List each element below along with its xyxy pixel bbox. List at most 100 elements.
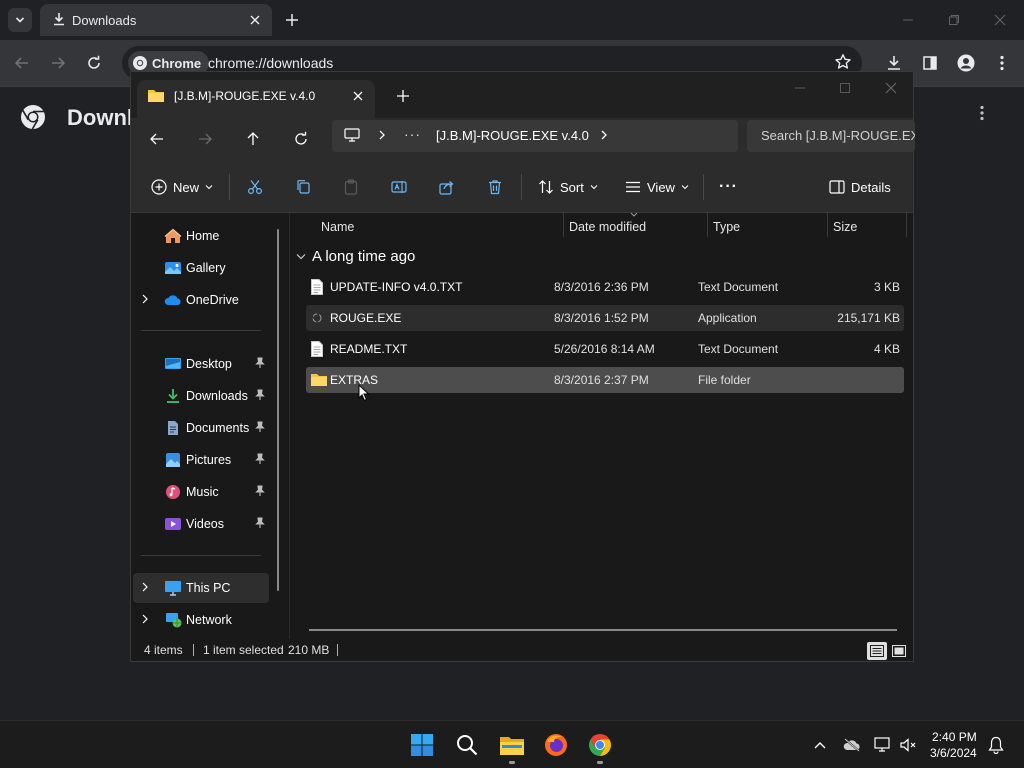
- nav-item-music[interactable]: Music: [133, 477, 269, 507]
- profile-button[interactable]: [955, 52, 977, 74]
- view-button[interactable]: View: [625, 174, 689, 200]
- file-row[interactable]: ROUGE.EXE 8/3/2016 1:52 PM Application 2…: [306, 305, 904, 331]
- file-type: Text Document: [698, 280, 779, 294]
- column-header-name[interactable]: Name: [321, 213, 354, 241]
- copy-button[interactable]: [295, 174, 311, 200]
- close-tab-button[interactable]: [349, 87, 367, 105]
- file-row-selected[interactable]: EXTRAS 8/3/2016 2:37 PM File folder: [306, 367, 904, 393]
- close-window-button[interactable]: [990, 10, 1010, 30]
- divider: [141, 555, 261, 556]
- tab-search-button[interactable]: [8, 8, 32, 32]
- nav-item-onedrive[interactable]: OneDrive: [133, 285, 269, 315]
- network-tray-button[interactable]: [873, 735, 893, 755]
- file-row[interactable]: UPDATE-INFO v4.0.TXT 8/3/2016 2:36 PM Te…: [306, 274, 904, 300]
- chevron-down-icon: [681, 185, 689, 190]
- sort-button[interactable]: Sort: [538, 174, 598, 200]
- breadcrumb-overflow[interactable]: ···: [404, 126, 421, 142]
- clock-date: 3/6/2024: [930, 746, 977, 760]
- nav-item-network[interactable]: Network: [133, 605, 269, 635]
- onedrive-tray-button[interactable]: [842, 735, 862, 755]
- share-button[interactable]: [439, 174, 455, 200]
- close-icon: [994, 14, 1006, 26]
- rename-icon: [391, 181, 407, 193]
- details-pane-button[interactable]: Details: [829, 174, 891, 200]
- maximize-button[interactable]: [835, 78, 855, 98]
- cloud-offline-icon: [843, 738, 860, 752]
- up-button[interactable]: [242, 128, 264, 150]
- back-button[interactable]: [11, 52, 33, 74]
- nav-item-desktop[interactable]: Desktop: [133, 349, 269, 379]
- nav-scrollbar[interactable]: [277, 229, 279, 591]
- notifications-button[interactable]: [986, 735, 1006, 755]
- nav-item-downloads[interactable]: Downloads: [133, 381, 269, 411]
- details-view-button[interactable]: [867, 642, 887, 660]
- network-icon: [166, 613, 182, 628]
- side-panel-button[interactable]: [919, 52, 941, 74]
- file-row[interactable]: README.TXT 5/26/2016 8:14 AM Text Docume…: [306, 336, 904, 362]
- minimize-icon: [795, 87, 805, 89]
- reload-icon: [88, 55, 100, 69]
- navigation-pane: Home Gallery OneDrive Desktop Downloads …: [131, 213, 289, 639]
- see-more-button[interactable]: ···: [719, 174, 738, 200]
- forward-button[interactable]: [194, 128, 216, 150]
- close-tab-button[interactable]: [246, 11, 264, 29]
- start-button[interactable]: [406, 729, 438, 761]
- nav-item-pictures[interactable]: Pictures: [133, 445, 269, 475]
- url-text[interactable]: chrome://downloads: [208, 55, 333, 71]
- new-tab-button[interactable]: [282, 10, 302, 30]
- column-header-type[interactable]: Type: [713, 213, 740, 241]
- scissors-icon: [247, 180, 263, 195]
- refresh-button[interactable]: [290, 128, 312, 150]
- minimize-button[interactable]: [898, 10, 918, 30]
- side-panel-icon: [923, 56, 937, 70]
- clock[interactable]: 2:40 PM 3/6/2024: [930, 729, 977, 761]
- restore-button[interactable]: [944, 10, 964, 30]
- rename-button[interactable]: [391, 174, 407, 200]
- forward-button[interactable]: [47, 52, 69, 74]
- breadcrumb-current-folder[interactable]: [J.B.M]-ROUGE.EXE v.4.0: [436, 128, 589, 143]
- minimize-button[interactable]: [790, 78, 810, 98]
- cut-button[interactable]: [247, 174, 263, 200]
- nav-item-this-pc[interactable]: This PC: [133, 573, 269, 603]
- nav-item-gallery[interactable]: Gallery: [133, 253, 269, 283]
- folder-icon: [147, 88, 165, 106]
- arrow-left-icon: [14, 57, 28, 69]
- nav-label: OneDrive: [186, 293, 239, 307]
- horizontal-scrollbar[interactable]: [309, 629, 897, 631]
- group-header[interactable]: A long time ago: [296, 248, 415, 265]
- delete-button[interactable]: [487, 174, 503, 200]
- nav-item-documents[interactable]: Documents: [133, 413, 269, 443]
- file-date: 8/3/2016 1:52 PM: [554, 311, 649, 325]
- file-explorer-taskbar-button[interactable]: [496, 729, 528, 761]
- more-vertical-icon: [1000, 55, 1004, 71]
- search-button[interactable]: [451, 729, 483, 761]
- status-bar: 4 items 1 item selected 210 MB: [131, 639, 913, 661]
- volume-muted-icon: [900, 738, 916, 752]
- nav-item-home[interactable]: Home: [133, 221, 269, 251]
- column-header-size[interactable]: Size: [833, 213, 857, 241]
- chrome-tab-downloads[interactable]: Downloads: [40, 4, 272, 36]
- reload-button[interactable]: [83, 52, 105, 74]
- show-hidden-icons-button[interactable]: [810, 735, 830, 755]
- back-button[interactable]: [146, 128, 168, 150]
- search-input[interactable]: Search [J.B.M]-ROUGE.EXE v.4.0: [747, 120, 915, 152]
- close-window-button[interactable]: [881, 78, 901, 98]
- nav-item-videos[interactable]: Videos: [133, 509, 269, 539]
- downloads-menu-button[interactable]: [980, 105, 984, 124]
- firefox-taskbar-button[interactable]: [540, 729, 572, 761]
- file-date: 8/3/2016 2:36 PM: [554, 280, 649, 294]
- address-bar[interactable]: ··· [J.B.M]-ROUGE.EXE v.4.0: [332, 120, 738, 152]
- details-button-label: Details: [851, 179, 891, 195]
- paste-button[interactable]: [343, 174, 359, 200]
- chrome-taskbar-button[interactable]: [584, 729, 616, 761]
- pin-icon: [255, 517, 265, 528]
- new-tab-button[interactable]: [393, 86, 413, 106]
- explorer-tab[interactable]: [J.B.M]-ROUGE.EXE v.4.0: [137, 80, 375, 118]
- mouse-cursor-icon: [358, 384, 370, 402]
- new-button[interactable]: New: [151, 174, 213, 200]
- tiles-view-button[interactable]: [889, 642, 909, 660]
- volume-tray-button[interactable]: [899, 735, 919, 755]
- chrome-icon: [589, 734, 611, 756]
- file-type: File folder: [698, 373, 751, 387]
- chrome-menu-button[interactable]: [991, 52, 1013, 74]
